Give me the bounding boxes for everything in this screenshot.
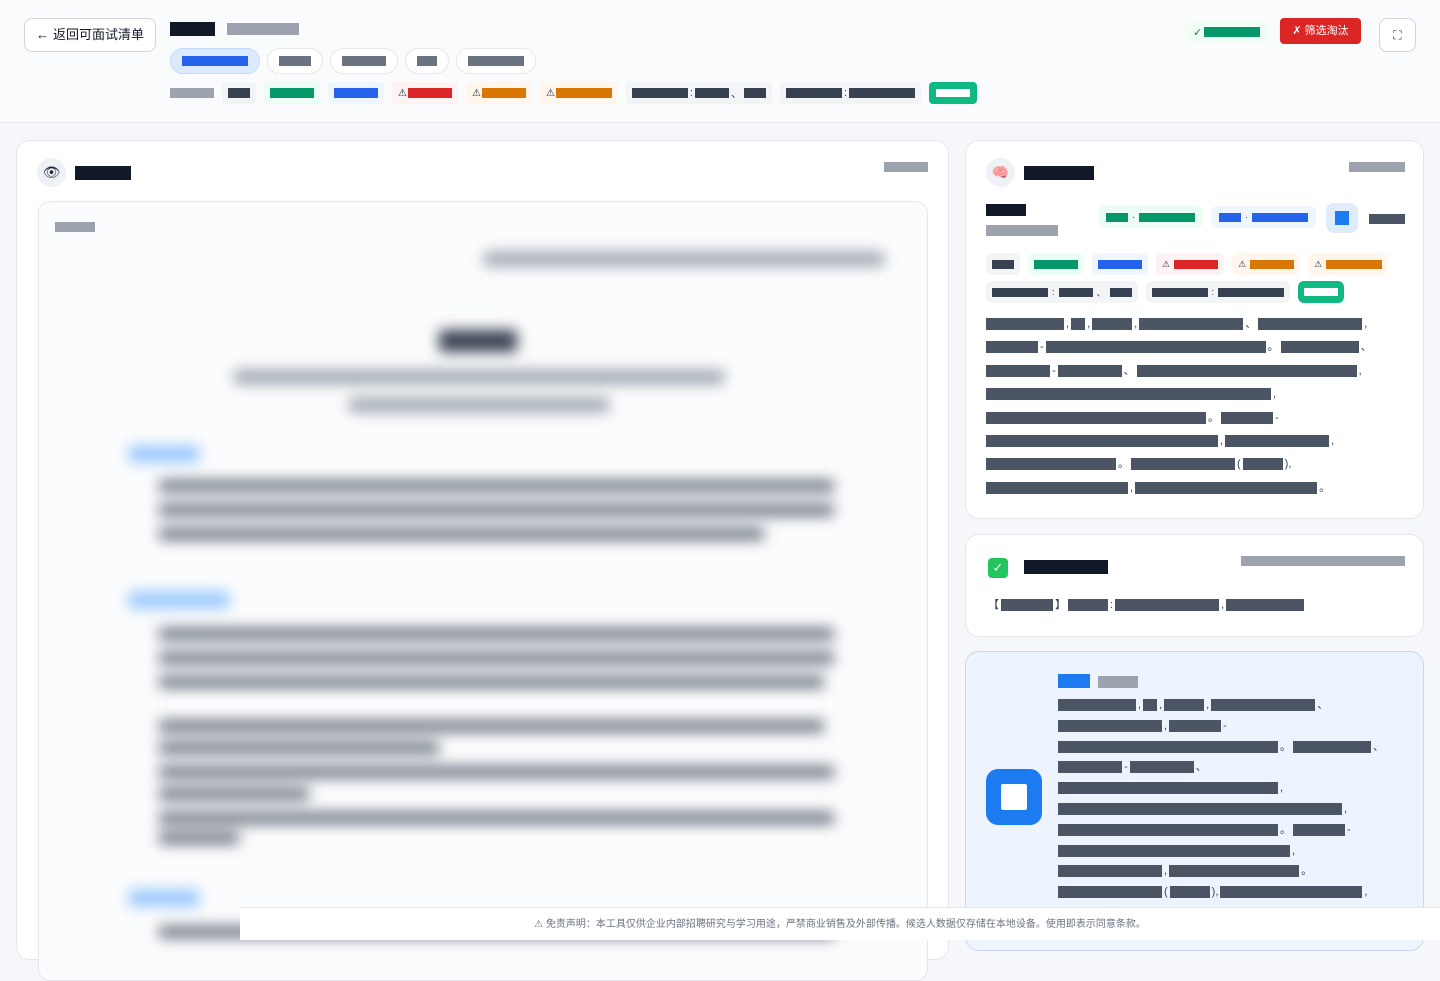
tag-info-2: :	[779, 82, 922, 104]
resume-tabs	[170, 48, 536, 74]
verdict-card: ✓ 【】:,	[965, 534, 1424, 637]
document-filename	[55, 222, 95, 232]
score-value	[1369, 214, 1405, 224]
warning-icon: ⚠	[398, 87, 407, 99]
highlight-card: ,,,、 ,- 。、 -、 , , 。 - , ,。 (),,	[965, 651, 1424, 951]
analysis-tags-row-1: ⚠ ⚠ ⚠	[986, 253, 1389, 275]
verdict-meta	[1241, 556, 1405, 566]
analysis-meta	[1349, 162, 1405, 172]
candidate-subtitle	[227, 22, 299, 35]
warning-icon: ⚠	[545, 87, 555, 99]
tag-warning-red: ⚠	[392, 82, 458, 104]
tag-blue	[328, 82, 384, 104]
tab-3[interactable]	[330, 48, 398, 74]
arrow-left-icon: ←	[35, 27, 49, 42]
tag-gray	[222, 82, 256, 104]
tag-warning-orange: ⚠	[465, 82, 532, 104]
tab-2[interactable]	[267, 48, 323, 74]
candidate-title	[170, 20, 299, 36]
highlight-label	[1098, 676, 1138, 688]
tag-score	[929, 82, 978, 104]
tab-active[interactable]	[170, 48, 260, 74]
check-mark-icon: ✓	[988, 558, 1008, 578]
tag-green	[264, 82, 320, 104]
candidate-role	[986, 225, 1058, 236]
match-chip-blue: ·	[1211, 206, 1316, 228]
verdict-text: 【】:,	[986, 594, 1305, 617]
candidate-tags: ⚠ ⚠ ⚠ :、 :	[170, 82, 978, 104]
expand-icon[interactable]: ⛶	[1379, 18, 1416, 52]
tab-4[interactable]	[405, 48, 449, 74]
resume-panel-title	[75, 166, 131, 180]
brain-icon: 🧠	[986, 158, 1015, 187]
resume-document[interactable]	[38, 201, 928, 981]
highlight-badge	[1058, 674, 1090, 688]
candidate-name	[170, 21, 215, 36]
verdict-title	[1024, 560, 1108, 574]
company-logo-icon	[986, 769, 1042, 825]
tab-5[interactable]	[456, 48, 536, 74]
analysis-summary: ,,,、, -。、 -、, , 。 - ,, 。(), ,。	[986, 313, 1374, 500]
tags-label	[170, 82, 214, 104]
tag-warning-orange-2: ⚠	[539, 82, 618, 104]
reject-button[interactable]: ✗ 筛选淘汰	[1280, 18, 1361, 44]
check-icon: ✓	[1193, 26, 1203, 39]
blurred-resume-content	[39, 242, 927, 980]
highlight-text: ,,,、 ,- 。、 -、 , , 。 - , ,。 (),,	[1058, 695, 1386, 903]
analysis-tags-row-2: :、 :	[986, 281, 1345, 303]
tag-info-1: :、	[625, 82, 772, 104]
pass-status-badge: ✓	[1185, 22, 1269, 42]
analysis-title	[1024, 166, 1094, 180]
candidate-name-short	[986, 204, 1026, 216]
warning-icon: ⚠	[471, 87, 481, 99]
resume-preview-panel: 👁	[16, 140, 949, 981]
top-header: ← 返回可面试清单 ⚠ ⚠ ⚠ :、 : ✓ ✗ 筛选淘汰 ⛶	[0, 0, 1440, 123]
match-chip-green: ·	[1098, 206, 1203, 228]
logo-badge-icon	[1326, 203, 1358, 233]
back-to-list-button[interactable]: ← 返回可面试清单	[24, 18, 156, 52]
eye-icon: 👁	[37, 158, 66, 187]
back-button-label: 返回可面试清单	[52, 27, 144, 42]
disclaimer-footer: ⚠ 免责声明：本工具仅供企业内部招聘研究与学习用途，严禁商业销售及外部传播。候选…	[240, 907, 1440, 940]
resume-panel-meta	[884, 162, 928, 172]
ai-analysis-card: 🧠 · · ⚠ ⚠ ⚠ :、 : ,,,、, -。、 -、, , 。 - ,, 。…	[965, 140, 1424, 519]
